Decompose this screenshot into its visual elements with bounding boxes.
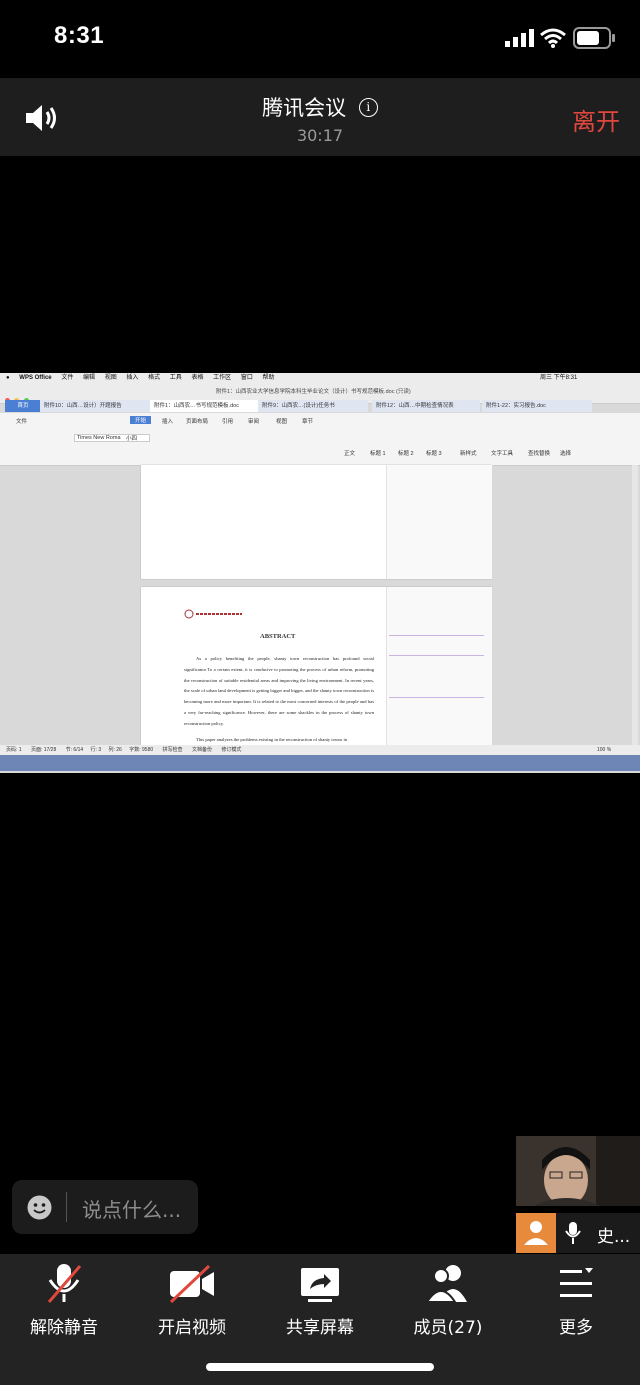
meeting-title-text: 腾讯会议 [262,96,347,120]
ribbon-tab-active: 开始 [130,416,152,424]
chat-placeholder: 说点什么... [82,1198,182,1222]
leave-button[interactable]: 离开 [572,102,620,137]
mac-dock [0,755,640,771]
menu-item: 表格 [191,375,204,381]
style-heading3: 标题 3 [426,451,442,457]
status-item: 字数: 9580 [129,747,154,753]
status-item: 文档备份 [191,747,212,753]
style-normal: 正文 [344,451,356,457]
avatar-icon [516,1213,556,1253]
status-item: 节: 6/14 [65,747,84,753]
more-button[interactable] [512,1262,640,1310]
start-video-label: 开启视频 [158,1318,226,1338]
shared-screen: ● WPS Office 文件 编辑 视图 插入 格式 工具 表格 工作区 窗口… [0,373,640,773]
chat-divider [66,1192,67,1222]
style-heading2: 标题 2 [398,451,414,457]
ribbon-tab: 文件 [16,419,28,425]
status-item: 页面: 17/28 [30,747,57,753]
share-screen-icon [301,1268,339,1302]
status-item: 列: 26 [108,747,122,753]
ribbon: 文件 开始 插入 页面布局 引用 审阅 视图 章节 Times New Roma… [0,413,640,466]
scrollbar [632,465,638,745]
doc-tab: 附件1-22：实习报告.doc [482,400,592,412]
comment-marker [389,635,484,650]
ribbon-tab: 插入 [162,419,174,425]
comment-pane-upper [386,465,492,579]
status-item: 修订模式 [221,747,242,753]
members-icon [425,1265,467,1303]
more-menu-icon [560,1268,593,1297]
font-name-field: Times New Roma [74,434,150,442]
participant-name: 史... [597,1227,631,1247]
meeting-timer: 30:17 [296,126,344,145]
start-video-button[interactable] [128,1262,256,1310]
status-item: 页码: 1 [6,747,22,753]
info-icon[interactable]: i [358,97,378,117]
window-title: 附件1：山西农业大学信息学院本科生毕业论文（设计）书写规范模板.doc (只读) [216,389,411,395]
menu-item: 视图 [104,375,117,381]
status-item: 行: 3 [90,747,102,753]
menu-item: 文件 [61,375,74,381]
ribbon-tab: 页面布局 [186,419,209,425]
menu-item: 编辑 [83,375,96,381]
university-logo [184,606,244,619]
status-item: 拼写检查 [162,747,183,753]
ribbon-tab: 视图 [276,419,288,425]
tab-home: 首页 [5,400,41,412]
unmute-button[interactable] [0,1262,128,1310]
share-screen-label: 共享屏幕 [286,1318,354,1338]
menu-item: WPS Office [19,375,52,381]
tool-find: 查找替换 [528,451,551,457]
tool-select: 选择 [560,451,572,457]
unmute-label: 解除静音 [30,1318,98,1338]
doc-body-2: This paper analyzes the problems existin… [196,737,348,742]
menu-item: 窗口 [240,375,253,381]
doc-body: As a policy benefiting the people, shant… [184,656,374,726]
comment-marker [389,697,484,712]
mac-menu-bar: ● WPS Office 文件 编辑 视图 插入 格式 工具 表格 工作区 窗口… [0,373,640,383]
emoji-icon[interactable] [27,1195,52,1220]
members-button[interactable] [384,1262,512,1310]
ribbon-tab: 审阅 [248,419,260,425]
status-line: 页码: 1 页面: 17/28 节: 6/14 行: 3 列: 26 字数: 9… [0,745,640,755]
video-off-icon [169,1264,214,1304]
doc-tab: 附件12：山西…中期检查情况表 [372,400,480,412]
font-size-field: 小四 [126,436,138,442]
menu-item: 工具 [169,375,182,381]
menu-item: 格式 [148,375,161,381]
apple-icon: ● [6,375,10,381]
ribbon-tab: 引用 [222,419,234,425]
participant-video[interactable] [516,1136,640,1206]
more-label: 更多 [559,1318,593,1338]
status-time: 8:31 [54,22,105,49]
doc-tab: 附件10：山西…设计）开题报告 [40,400,150,412]
mic-muted-icon [47,1264,82,1303]
zoom-level: 100 % [597,747,612,753]
share-screen-button[interactable] [256,1262,384,1310]
home-indicator [206,1363,434,1371]
meeting-title[interactable]: 腾讯会议 i [0,92,640,122]
menu-item: 插入 [126,375,139,381]
wifi-icon [540,28,566,48]
menu-clock: 周三 下午8:31 [540,375,578,381]
battery-icon [573,27,617,49]
mic-icon [565,1222,581,1244]
signal-icon [505,29,535,47]
comment-marker [389,655,484,670]
doc-tab-active: 附件1：山西农…书写规范模板.doc [150,400,260,412]
tool-text: 文字工具 [491,451,514,457]
doc-tab: 附件9：山西农…(设计)任务书 [258,400,368,412]
ribbon-tab: 章节 [302,419,314,425]
members-label: 成员(27) [413,1318,483,1338]
doc-heading: ABSTRACT [260,633,296,640]
menu-item: 工作区 [213,375,232,381]
style-heading1: 标题 1 [370,451,386,457]
menu-item: 帮助 [262,375,275,381]
style-new: 新样式 [460,451,477,457]
